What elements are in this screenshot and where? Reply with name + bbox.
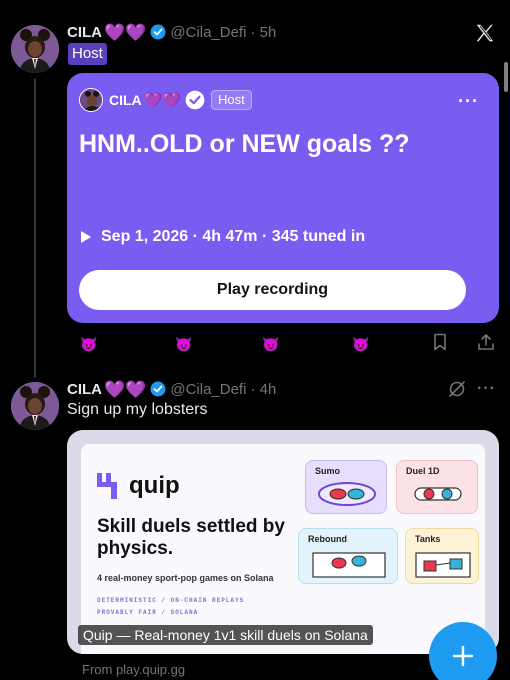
tweet-time[interactable]: · 5h (250, 24, 276, 41)
space-host-badge: Host (211, 90, 252, 110)
scrollbar[interactable] (504, 62, 508, 92)
tweet-time[interactable]: · 4h (250, 381, 276, 398)
avatar-image (11, 382, 59, 430)
link-preview-image: quip Skill duels settled by physics. 4 r… (81, 444, 485, 654)
space-card[interactable]: CILA 💜💜 Host ··· HNM..OLD or NEW goals ?… (67, 73, 499, 323)
x-logo-icon[interactable] (474, 22, 496, 49)
link-card[interactable]: quip Skill duels settled by physics. 4 r… (67, 430, 499, 654)
reaction-emoji: 😈 (352, 336, 370, 352)
play-icon (81, 231, 91, 243)
verified-badge-icon[interactable] (150, 381, 166, 397)
avatar[interactable] (11, 25, 59, 73)
space-meta: Sep 1, 2026 · 4h 47m · 345 tuned in (81, 228, 365, 246)
link-caption[interactable]: Quip — Real-money 1v1 skill duels on Sol… (78, 625, 373, 645)
tweet-header: CILA 💜💜 @Cila_Defi · 5h (67, 22, 276, 42)
tanks-illustration (415, 552, 471, 578)
space-title: HNM..OLD or NEW goals ?? (79, 130, 410, 158)
link-domain[interactable]: From play.quip.gg (82, 662, 185, 677)
more-options-icon[interactable]: ··· (458, 91, 479, 112)
game-tile-duel: Duel 1D (396, 460, 478, 514)
quip-logo: quip (97, 472, 180, 500)
heart-emoji: 💜💜 (143, 91, 182, 109)
heart-emoji: 💜💜 (104, 379, 147, 399)
tweet-text: Sign up my lobsters (67, 401, 208, 418)
space-meta-text: Sep 1, 2026 · 4h 47m · 345 tuned in (101, 228, 366, 245)
grok-icon[interactable] (447, 379, 467, 404)
reaction-emoji: 😈 (175, 336, 193, 352)
verified-badge-icon (185, 90, 205, 110)
preview-subheadline: 4 real-money sport-pop games on Solana (97, 573, 274, 583)
game-tile-tanks: Tanks (405, 528, 479, 584)
game-tile-sumo: Sumo (305, 460, 387, 514)
preview-headline: Skill duels settled by physics. (97, 516, 285, 559)
game-tile-rebound: Rebound (298, 528, 398, 584)
space-host-name: CILA (109, 92, 142, 108)
verified-badge-icon[interactable] (150, 24, 166, 40)
heart-emoji: 💜💜 (104, 22, 147, 42)
author-name[interactable]: CILA (67, 24, 102, 41)
author-name[interactable]: CILA (67, 381, 102, 398)
tweet-header: CILA 💜💜 @Cila_Defi · 4h (67, 379, 276, 399)
avatar[interactable] (11, 382, 59, 430)
rebound-illustration (312, 552, 386, 578)
preview-tag: PROVABLY FAIR / SOLANA (97, 609, 199, 616)
avatar-image (11, 25, 59, 73)
bookmark-icon[interactable] (430, 332, 450, 357)
space-host-avatar (79, 88, 103, 112)
more-options-icon[interactable]: ··· (477, 380, 496, 398)
reaction-emoji: 😈 (262, 336, 280, 352)
sumo-illustration (318, 482, 376, 506)
plus-icon (452, 645, 474, 667)
author-handle[interactable]: @Cila_Defi (170, 24, 246, 41)
space-host-row: CILA 💜💜 Host (109, 90, 252, 110)
preview-tag: DETERMINISTIC / ON-CHAIN REPLAYS (97, 597, 245, 604)
host-badge: Host (68, 43, 107, 65)
reaction-emoji: 😈 (80, 336, 98, 352)
play-recording-button[interactable]: Play recording (79, 270, 466, 310)
brand-name: quip (129, 472, 180, 499)
duel-illustration (414, 487, 462, 501)
author-handle[interactable]: @Cila_Defi (170, 381, 246, 398)
thread-line (34, 78, 36, 378)
quip-logo-icon (97, 473, 117, 499)
share-icon[interactable] (476, 332, 496, 357)
